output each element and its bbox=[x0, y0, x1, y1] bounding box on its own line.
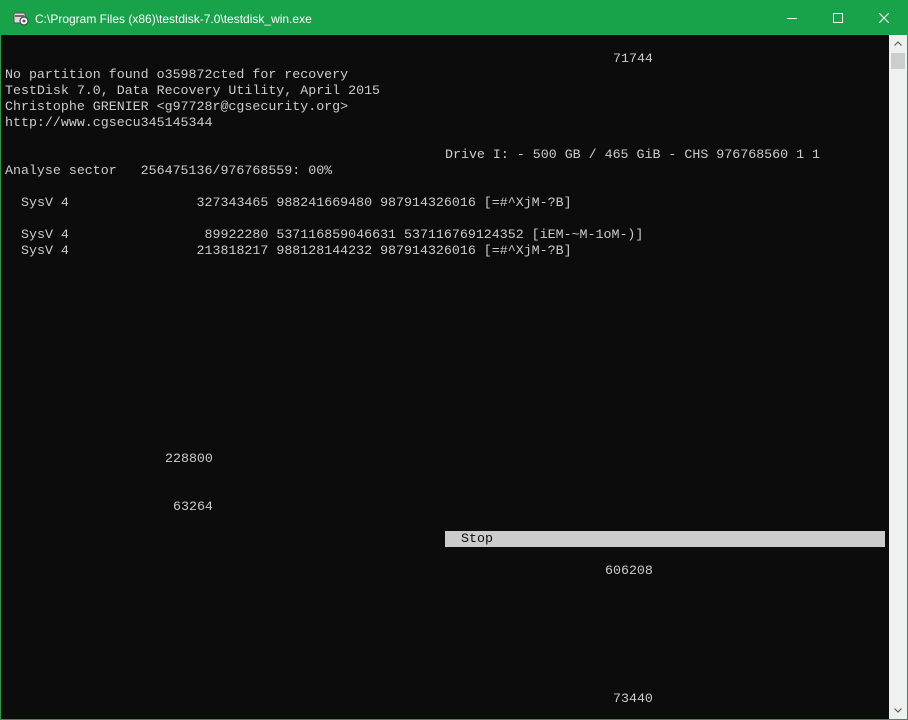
console-number: 73440 bbox=[613, 691, 653, 706]
scroll-up-arrow-icon bbox=[894, 41, 902, 46]
testdisk-console-window: C:\Program Files (x86)\testdisk-7.0\test… bbox=[0, 0, 908, 720]
minimize-button[interactable] bbox=[769, 1, 815, 35]
scroll-down-button[interactable] bbox=[889, 702, 907, 719]
minimize-icon bbox=[787, 18, 797, 19]
window-title: C:\Program Files (x86)\testdisk-7.0\test… bbox=[35, 12, 312, 26]
console-number: 228800 bbox=[165, 451, 213, 466]
title-bar[interactable]: C:\Program Files (x86)\testdisk-7.0\test… bbox=[1, 1, 907, 35]
drive-info: Drive I: - 500 GB / 465 GiB - CHS 976768… bbox=[445, 147, 821, 162]
close-button[interactable] bbox=[861, 1, 907, 35]
author-line: Christophe GRENIER <g97728r@cgsecurity.o… bbox=[5, 99, 349, 114]
scroll-down-arrow-icon bbox=[894, 708, 902, 713]
partition-row: SysV 4 327343465 988241669480 9879143260… bbox=[21, 195, 572, 210]
console-output[interactable]: 71744 No partition found o359872cted for… bbox=[1, 35, 889, 719]
maximize-icon bbox=[833, 13, 843, 23]
partition-row: SysV 4 89922280 537116859046631 53711676… bbox=[21, 227, 644, 242]
testdisk-app-icon[interactable] bbox=[13, 10, 29, 26]
status-message: No partition found o359872cted for recov… bbox=[5, 67, 349, 82]
version-line: TestDisk 7.0, Data Recovery Utility, Apr… bbox=[5, 83, 381, 98]
console-number: 606208 bbox=[605, 563, 653, 578]
console-number-top: 71744 bbox=[613, 51, 653, 66]
console-number: 63264 bbox=[173, 499, 213, 514]
url-line: http://www.cgsecu345145344 bbox=[5, 115, 213, 130]
close-icon bbox=[879, 13, 889, 23]
stop-button[interactable]: Stop bbox=[445, 531, 885, 547]
maximize-button[interactable] bbox=[815, 1, 861, 35]
stop-button-label: Stop bbox=[461, 531, 493, 546]
scrollbar-thumb[interactable] bbox=[891, 53, 905, 69]
scroll-up-button[interactable] bbox=[889, 35, 907, 52]
partition-row: SysV 4 213818217 988128144232 9879143260… bbox=[21, 243, 572, 258]
analyse-progress: Analyse sector 256475136/976768559: 00% bbox=[5, 163, 333, 178]
vertical-scrollbar[interactable] bbox=[889, 35, 907, 719]
